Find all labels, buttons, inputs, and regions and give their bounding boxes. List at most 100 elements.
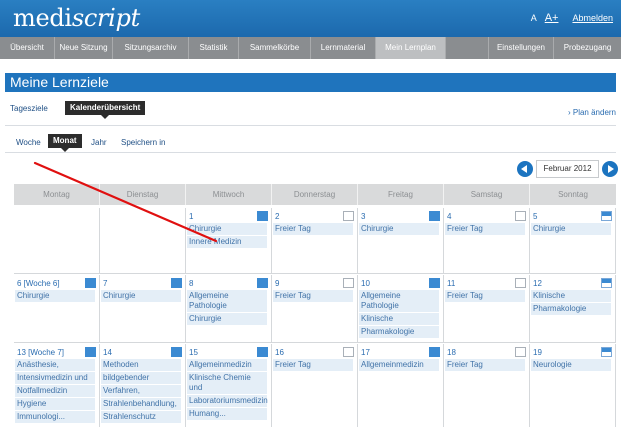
view-woche[interactable]: Woche (16, 138, 41, 147)
goal-empty-icon[interactable] (343, 347, 354, 357)
goal-complete-icon[interactable] (171, 347, 182, 357)
goal-complete-icon[interactable] (85, 347, 96, 357)
goal-complete-icon[interactable] (257, 278, 268, 288)
goal-complete-icon[interactable] (429, 278, 440, 288)
study-topic[interactable]: Pharmakologie (531, 303, 611, 315)
day-number[interactable]: 2 (275, 212, 279, 221)
day-number[interactable]: 7 (103, 279, 107, 288)
font-size-small-button[interactable]: A (531, 13, 537, 23)
study-topic[interactable]: Chirurgie (531, 223, 611, 235)
goal-complete-icon[interactable] (257, 211, 268, 221)
goal-complete-icon[interactable] (429, 347, 440, 357)
nav-lernmaterial[interactable]: Lernmaterial (311, 37, 376, 59)
logout-link[interactable]: Abmelden (572, 13, 613, 23)
day-number[interactable]: 9 (275, 279, 279, 288)
day-number[interactable]: 18 (447, 348, 456, 357)
study-topic[interactable]: Chirurgie (187, 313, 267, 325)
study-topic[interactable]: Innere Medizin (187, 236, 267, 248)
day-number[interactable]: 6 [Woche 6] (17, 279, 60, 288)
study-topic[interactable]: Freier Tag (445, 290, 525, 302)
study-topic[interactable]: Neurologie (531, 359, 611, 371)
calendar-day-cell[interactable]: 4 Freier Tag (444, 208, 530, 274)
day-number[interactable]: 16 (275, 348, 284, 357)
study-topic[interactable]: Freier Tag (445, 223, 525, 235)
study-topic[interactable]: Klinische (359, 313, 439, 325)
study-topic[interactable]: Chirurgie (101, 290, 181, 302)
nav-mein-lernplan[interactable]: Mein Lernplan (376, 37, 446, 59)
goal-complete-icon[interactable] (429, 211, 440, 221)
font-size-large-button[interactable]: A+ (545, 12, 559, 24)
goal-complete-icon[interactable] (257, 347, 268, 357)
day-number[interactable]: 14 (103, 348, 112, 357)
calendar-day-cell[interactable]: 2 Freier Tag (272, 208, 358, 274)
day-number[interactable]: 3 (361, 212, 365, 221)
next-month-icon[interactable] (602, 161, 618, 177)
day-number[interactable]: 19 (533, 348, 542, 357)
study-topic[interactable]: Anästhesie, (15, 359, 95, 371)
study-topic[interactable]: Immunologi... (15, 411, 95, 423)
study-topic[interactable]: Strahlenbehandlung, (101, 398, 181, 410)
calendar-day-cell[interactable]: 13 [Woche 7] Anästhesie, Intensivmedizin u… (14, 344, 100, 427)
study-topic[interactable]: Allgemeinmedizin (359, 359, 439, 371)
study-topic[interactable]: Klinische Chemie und (187, 372, 267, 394)
study-topic[interactable]: Chirurgie (187, 223, 267, 235)
day-number[interactable]: 5 (533, 212, 537, 221)
calendar-day-cell[interactable]: 12 Klinische Pharmakologie (530, 275, 616, 343)
study-topic[interactable]: Hygiene (15, 398, 95, 410)
calendar-day-cell[interactable]: 15 Allgemeinmedizin Klinische Chemie und La… (186, 344, 272, 427)
day-number[interactable]: 1 (189, 212, 193, 221)
day-number[interactable]: 4 (447, 212, 451, 221)
study-topic[interactable]: Klinische (531, 290, 611, 302)
calendar-day-cell[interactable]: 19 Neurologie (530, 344, 616, 427)
day-number[interactable]: 11 (447, 279, 455, 288)
calendar-day-cell[interactable]: 3 Chirurgie (358, 208, 444, 274)
mediscript-logo[interactable]: mediscript (13, 4, 140, 32)
day-number[interactable]: 12 (533, 279, 542, 288)
tab-kalenderuebersicht[interactable]: Kalenderübersicht (65, 101, 146, 119)
goal-empty-icon[interactable] (515, 211, 526, 221)
plan-aendern-link[interactable]: › Plan ändern (568, 108, 616, 117)
study-topic[interactable]: Freier Tag (273, 290, 353, 302)
study-topic[interactable]: Allgemeinmedizin (187, 359, 267, 371)
goal-empty-icon[interactable] (343, 211, 354, 221)
nav-uebersicht[interactable]: Übersicht (0, 37, 55, 59)
study-topic[interactable]: Freier Tag (273, 359, 353, 371)
study-topic[interactable]: Allgemeine Pathologie (187, 290, 267, 312)
calendar-day-cell[interactable]: 11 Freier Tag (444, 275, 530, 343)
study-topic[interactable]: Chirurgie (359, 223, 439, 235)
nav-sammelkoerbe[interactable]: Sammelkörbe (239, 37, 311, 59)
goal-empty-icon[interactable] (515, 278, 526, 288)
previous-month-icon[interactable] (517, 161, 533, 177)
calendar-day-cell[interactable]: 6 [Woche 6] Chirurgie (14, 275, 100, 343)
study-topic[interactable]: Methoden (101, 359, 181, 371)
day-number[interactable]: 8 (189, 279, 193, 288)
calendar-day-cell[interactable]: 10 Allgemeine Pathologie Klinische Pharmako… (358, 275, 444, 343)
goal-partial-icon[interactable] (601, 211, 612, 221)
month-selector[interactable]: Februar 2012 (536, 160, 599, 178)
view-monat[interactable]: Monat (48, 134, 82, 152)
day-number[interactable]: 15 (189, 348, 198, 357)
goal-complete-icon[interactable] (85, 278, 96, 288)
goal-complete-icon[interactable] (171, 278, 182, 288)
study-topic[interactable]: Intensivmedizin und (15, 372, 95, 384)
study-topic[interactable]: Laboratoriumsmedizin (187, 395, 268, 407)
nav-neue-sitzung[interactable]: Neue Sitzung (55, 37, 113, 59)
day-number[interactable]: 10 (361, 279, 370, 288)
calendar-day-cell[interactable]: 5 Chirurgie (530, 208, 616, 274)
study-topic[interactable]: Humang... (187, 408, 267, 420)
day-number[interactable]: 17 (361, 348, 370, 357)
study-topic[interactable]: Strahlenschutz (101, 411, 181, 423)
study-topic[interactable]: Chirurgie (15, 290, 95, 302)
nav-sitzungsarchiv[interactable]: Sitzungsarchiv (113, 37, 189, 59)
study-topic[interactable]: Pharmakologie (359, 326, 439, 338)
calendar-day-cell[interactable]: 14 Methoden bildgebender Verfahren, Strahlen… (100, 344, 186, 427)
calendar-day-cell[interactable]: 7 Chirurgie (100, 275, 186, 343)
calendar-day-cell[interactable]: 18 Freier Tag (444, 344, 530, 427)
save-in-link[interactable]: Speichern in (121, 138, 165, 147)
nav-probezugang[interactable]: Probezugang (554, 37, 621, 59)
study-topic[interactable]: Freier Tag (273, 223, 353, 235)
study-topic[interactable]: bildgebender (101, 372, 181, 384)
study-topic[interactable]: Notfallmedizin (15, 385, 95, 397)
study-topic[interactable]: Verfahren, (101, 385, 181, 397)
nav-statistik[interactable]: Statistik (189, 37, 239, 59)
